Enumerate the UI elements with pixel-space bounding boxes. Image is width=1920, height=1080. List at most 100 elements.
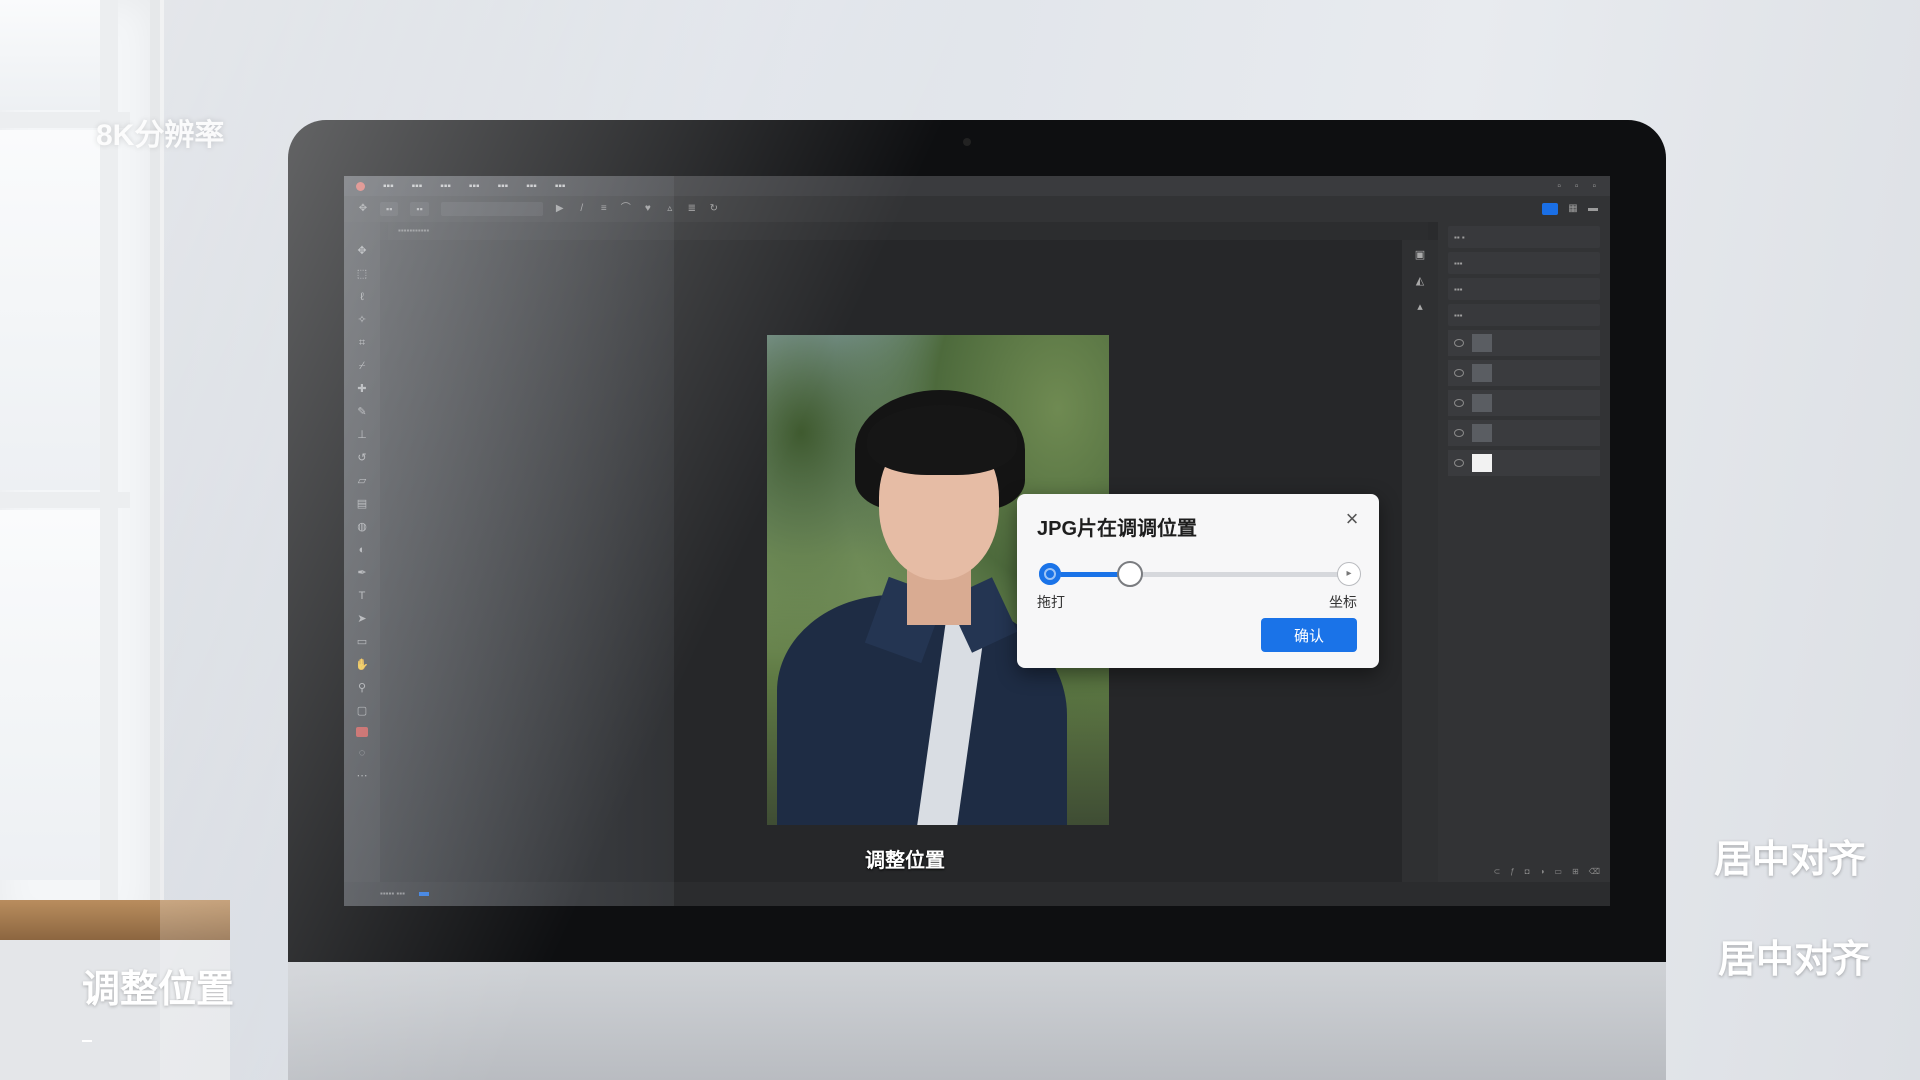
trash-icon[interactable]: ⌫: [1589, 867, 1600, 876]
zoom-icon[interactable]: ⚲: [355, 681, 369, 695]
center-align-caption-2: 居中对齐: [1718, 939, 1871, 981]
layer-row[interactable]: [1448, 330, 1600, 356]
caption-dash: [82, 1040, 92, 1042]
color-swatch-icon[interactable]: [356, 727, 368, 737]
share-button[interactable]: [1542, 203, 1558, 215]
menu-item[interactable]: ▪▪▪: [498, 181, 509, 192]
screen: ▪▪▪ ▪▪▪ ▪▪▪ ▪▪▪ ▪▪▪ ▪▪▪ ▪▪▪ ▫ ▫ ▫ ✥ ▪▪ ▪▪ …: [344, 176, 1610, 906]
menu-bar: ▪▪▪ ▪▪▪ ▪▪▪ ▪▪▪ ▪▪▪ ▪▪▪ ▪▪▪ ▫ ▫ ▫: [344, 176, 1610, 196]
stamp-icon[interactable]: ⊥: [355, 428, 369, 442]
eye-icon[interactable]: [1454, 339, 1464, 347]
menu-item[interactable]: ▪▪▪: [469, 181, 480, 192]
layer-actions: ⊂ ƒ ◘ ◑ ▭ ⊞ ⌫: [1438, 860, 1610, 882]
marquee-tool-icon[interactable]: ⬚: [355, 267, 369, 281]
eye-icon[interactable]: [1454, 459, 1464, 467]
eraser-icon[interactable]: ▱: [355, 474, 369, 488]
screen-mode-icon[interactable]: ▢: [355, 704, 369, 718]
drag-label: 拖打: [1037, 594, 1065, 610]
confirm-button[interactable]: 确认: [1261, 618, 1357, 652]
eye-icon[interactable]: [1454, 429, 1464, 437]
hand-icon[interactable]: ✋: [355, 658, 369, 672]
history-brush-icon[interactable]: ↺: [355, 451, 369, 465]
options-right: ▦ ▬: [1542, 203, 1610, 215]
mask-icon[interactable]: ◘: [1525, 867, 1530, 876]
triangle-icon[interactable]: ▵: [665, 204, 675, 214]
eye-icon[interactable]: [1454, 369, 1464, 377]
lasso-icon[interactable]: ℓ: [355, 290, 369, 304]
status-bar: ▪▪▪▪▪ ▪▪▪: [344, 882, 1610, 906]
panel-tabs[interactable]: ▪▪ ▪: [1448, 226, 1600, 248]
window-pane: [0, 0, 100, 110]
camera-dot: [963, 138, 971, 146]
brush-icon[interactable]: ✎: [355, 405, 369, 419]
play-icon[interactable]: ▶: [555, 204, 565, 214]
layer-row[interactable]: [1448, 360, 1600, 386]
healing-icon[interactable]: ✚: [355, 382, 369, 396]
eyedropper-icon[interactable]: ⌿: [355, 359, 369, 373]
menu-item[interactable]: ▪▪▪: [526, 181, 537, 192]
layer-row[interactable]: [1448, 450, 1600, 476]
text-icon[interactable]: T: [355, 589, 369, 603]
option-field[interactable]: ▪▪: [380, 202, 399, 216]
quick-mask-icon[interactable]: ◌: [355, 746, 369, 760]
history-icon[interactable]: ▣: [1413, 248, 1427, 262]
align-icon[interactable]: ≡: [599, 204, 609, 214]
layer-row[interactable]: [1448, 420, 1600, 446]
properties-icon[interactable]: ▴: [1413, 300, 1427, 314]
dialog-title: JPG片在调调位置: [1037, 518, 1198, 540]
menu-item[interactable]: ▪▪▪: [555, 181, 566, 192]
adjust-position-dialog: JPG片在调调位置 × ▸ 拖打 坐标 确认: [1017, 494, 1379, 668]
layer-thumb-icon: [1472, 424, 1492, 442]
status-indicator: [418, 891, 429, 896]
eye-icon[interactable]: [1454, 399, 1464, 407]
link-icon[interactable]: ⊂: [1494, 867, 1501, 876]
gradient-icon[interactable]: ▤: [355, 497, 369, 511]
layer-thumb-icon: [1472, 334, 1492, 352]
path-select-icon[interactable]: ➤: [355, 612, 369, 626]
layer-thumb-icon: [1472, 364, 1492, 382]
layers-panel: ▪▪ ▪ ▪▪▪ ▪▪▪ ▪▪▪ ⊂ ƒ ◘ ◑ ▭ ⊞ ⌫: [1438, 222, 1610, 882]
fx-icon[interactable]: ƒ: [1510, 867, 1514, 876]
more-tools-icon[interactable]: ⋯: [355, 769, 369, 783]
layer-row[interactable]: [1448, 390, 1600, 416]
menu-item[interactable]: ▪▪▪: [440, 181, 451, 192]
new-layer-icon[interactable]: ⊞: [1572, 867, 1579, 876]
crop-icon[interactable]: ⌗: [355, 336, 369, 350]
italic-icon[interactable]: /: [577, 204, 587, 214]
adjust-icon[interactable]: ◭: [1413, 274, 1427, 288]
heart-icon[interactable]: ♥: [643, 204, 653, 214]
pen-icon[interactable]: ✒: [355, 566, 369, 580]
panel-lock[interactable]: ▪▪▪: [1448, 304, 1600, 326]
move-tool-icon[interactable]: ✥: [355, 244, 369, 258]
coordinate-label: 坐标: [1329, 594, 1357, 610]
adjust-position-caption: 调整位置: [82, 969, 235, 1011]
menu-item[interactable]: ▪▪▪: [383, 181, 394, 192]
close-window-dot[interactable]: [356, 181, 365, 191]
slider-start-handle[interactable]: [1039, 563, 1061, 585]
center-align-caption: 居中对齐: [1714, 839, 1867, 881]
blur-icon[interactable]: ◍: [355, 520, 369, 534]
shape-icon[interactable]: ▭: [355, 635, 369, 649]
option-field[interactable]: ▪▪: [410, 202, 429, 216]
folder-icon[interactable]: ▭: [1554, 867, 1562, 876]
warp-icon[interactable]: ⌒: [621, 204, 631, 214]
document-tab[interactable]: ▪▪▪▪▪▪▪▪▪▪▪: [388, 222, 1428, 240]
panel-icon[interactable]: ▬: [1588, 204, 1598, 214]
move-icon[interactable]: ✥: [358, 204, 368, 214]
panel-options[interactable]: ▪▪▪: [1448, 278, 1600, 300]
option-dropdown[interactable]: [440, 202, 543, 216]
tools-panel: ✥ ⬚ ℓ ✧ ⌗ ⌿ ✚ ✎ ⊥ ↺ ▱ ▤ ◍ ◐ ✒ T ➤ ▭ ✋ ⚲ …: [344, 222, 380, 882]
magic-wand-icon[interactable]: ✧: [355, 313, 369, 327]
dodge-icon[interactable]: ◐: [355, 543, 369, 557]
refresh-icon[interactable]: ↻: [709, 204, 719, 214]
slider-end-handle[interactable]: ▸: [1337, 562, 1361, 586]
menu-icon[interactable]: ≣: [687, 204, 697, 214]
menu-item[interactable]: ▪▪▪: [412, 181, 423, 192]
adjustment-icon[interactable]: ◑: [1540, 867, 1545, 876]
close-icon[interactable]: ×: [1341, 508, 1363, 530]
right-tool-strip: ▣ ◭ ▴: [1402, 240, 1438, 882]
screen-caption: 调整位置: [865, 850, 945, 872]
panel-filter[interactable]: ▪▪▪: [1448, 252, 1600, 274]
workspace-icon[interactable]: ▦: [1568, 204, 1578, 214]
slider-thumb[interactable]: [1116, 561, 1143, 587]
